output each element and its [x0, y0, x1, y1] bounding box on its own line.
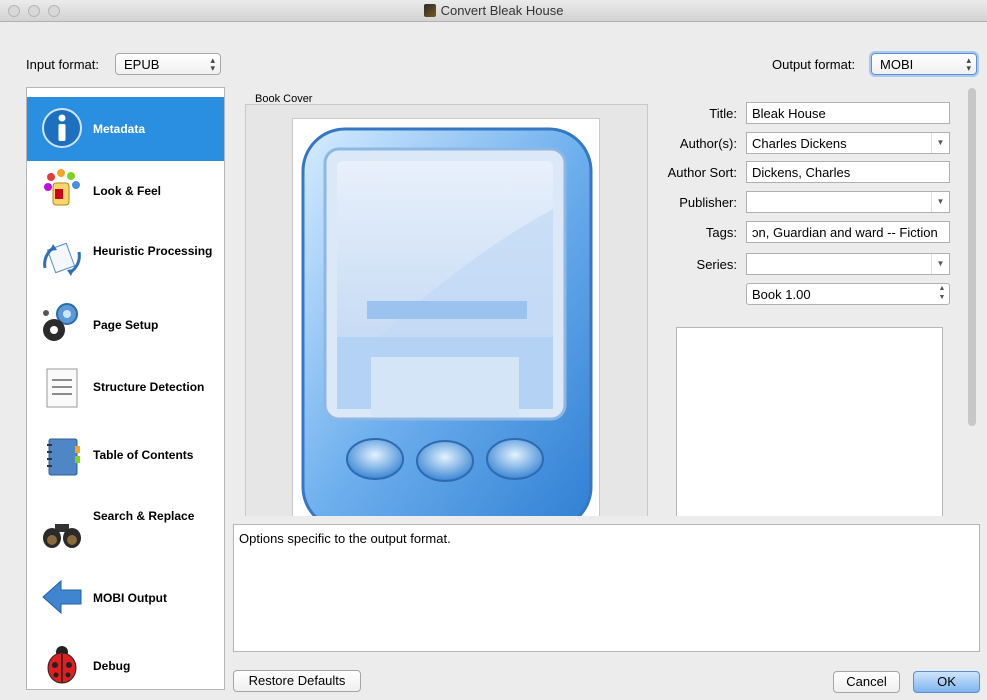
sidebar: Metadata Look & Feel Heuristic Processin…: [26, 87, 225, 690]
sidebar-item-search-replace[interactable]: Search & Replace: [27, 502, 224, 566]
sidebar-item-label: Search & Replace: [93, 509, 195, 523]
arrow-left-icon: [42, 579, 82, 615]
tags-field[interactable]: ɔn, Guardian and ward -- Fiction: [746, 221, 950, 243]
ereader-placeholder-icon: [301, 127, 593, 516]
comments-editor[interactable]: [676, 327, 943, 516]
select-arrows-icon: ▴ ▾: [210, 55, 215, 73]
convert-dialog: Convert Bleak House Input format: EPUB ▴…: [0, 0, 987, 700]
authors-combobox[interactable]: Charles Dickens ▼: [746, 132, 950, 154]
info-icon: [42, 108, 82, 148]
output-format-select[interactable]: MOBI ▴ ▾: [871, 53, 977, 75]
sidebar-item-metadata[interactable]: Metadata: [27, 97, 224, 161]
sidebar-item-label: Metadata: [93, 122, 146, 136]
series-combobox[interactable]: ▼: [746, 253, 950, 275]
input-format-label: Input format:: [26, 57, 99, 72]
restore-defaults-button[interactable]: Restore Defaults: [233, 670, 361, 692]
window-title: Convert Bleak House: [440, 3, 564, 18]
sidebar-item-heuristic-processing[interactable]: Heuristic Processing: [27, 225, 224, 289]
notebook-icon: [47, 438, 80, 476]
title-bar: Convert Bleak House: [0, 0, 987, 22]
select-arrows-icon: ▴ ▾: [966, 55, 971, 73]
sidebar-item-debug[interactable]: Debug: [27, 633, 224, 697]
chevron-down-icon[interactable]: ▼: [931, 133, 949, 153]
sidebar-item-label: Structure Detection: [93, 380, 205, 394]
title-label: Title:: [709, 106, 737, 121]
sidebar-item-structure-detection[interactable]: Structure Detection: [27, 358, 224, 422]
sidebar-item-label: Page Setup: [93, 318, 159, 332]
ok-button[interactable]: OK: [913, 671, 980, 693]
series-label: Series:: [696, 257, 737, 272]
sidebar-item-mobi-output[interactable]: MOBI Output: [27, 565, 224, 629]
cancel-button[interactable]: Cancel: [833, 671, 900, 693]
document-icon: [46, 368, 78, 408]
publisher-label: Publisher:: [679, 195, 737, 210]
binoculars-icon: [43, 524, 81, 548]
author-sort-label: Author Sort:: [667, 165, 737, 180]
scrollbar-thumb[interactable]: [968, 88, 976, 426]
sidebar-item-table-of-contents[interactable]: Table of Contents: [27, 424, 224, 488]
palette-icon: [44, 169, 80, 206]
publisher-combobox[interactable]: ▼: [746, 191, 950, 213]
title-field[interactable]: Bleak House: [746, 102, 950, 124]
calibre-app-icon: [423, 4, 436, 17]
chevron-down-icon[interactable]: ▼: [931, 254, 949, 274]
sidebar-item-label: Debug: [93, 659, 131, 673]
output-format-label: Output format:: [772, 57, 856, 72]
sidebar-item-label: MOBI Output: [93, 591, 167, 605]
series-index-spinbox[interactable]: Book 1.00 ▲ ▼: [746, 283, 950, 305]
sidebar-item-label: Look & Feel: [93, 184, 162, 198]
ladybug-icon: [47, 646, 77, 684]
tags-label: Tags:: [705, 225, 737, 240]
sidebar-item-label: Table of Contents: [93, 448, 194, 462]
stepper-arrows-icon[interactable]: ▲ ▼: [935, 284, 949, 304]
chevron-down-icon[interactable]: ▼: [931, 192, 949, 212]
help-description: Options specific to the output format.: [233, 524, 980, 652]
input-format-select[interactable]: EPUB ▴ ▾: [115, 53, 221, 75]
author-sort-field[interactable]: Dickens, Charles: [746, 161, 950, 183]
heuristic-icon: [43, 242, 81, 276]
sidebar-item-label: Heuristic Processing: [93, 244, 213, 258]
authors-label: Author(s):: [679, 136, 737, 151]
book-cover-image[interactable]: [292, 118, 600, 516]
sidebar-item-look-feel[interactable]: Look & Feel: [27, 160, 224, 224]
gears-icon: [43, 303, 78, 341]
sidebar-item-page-setup[interactable]: Page Setup: [27, 291, 224, 355]
